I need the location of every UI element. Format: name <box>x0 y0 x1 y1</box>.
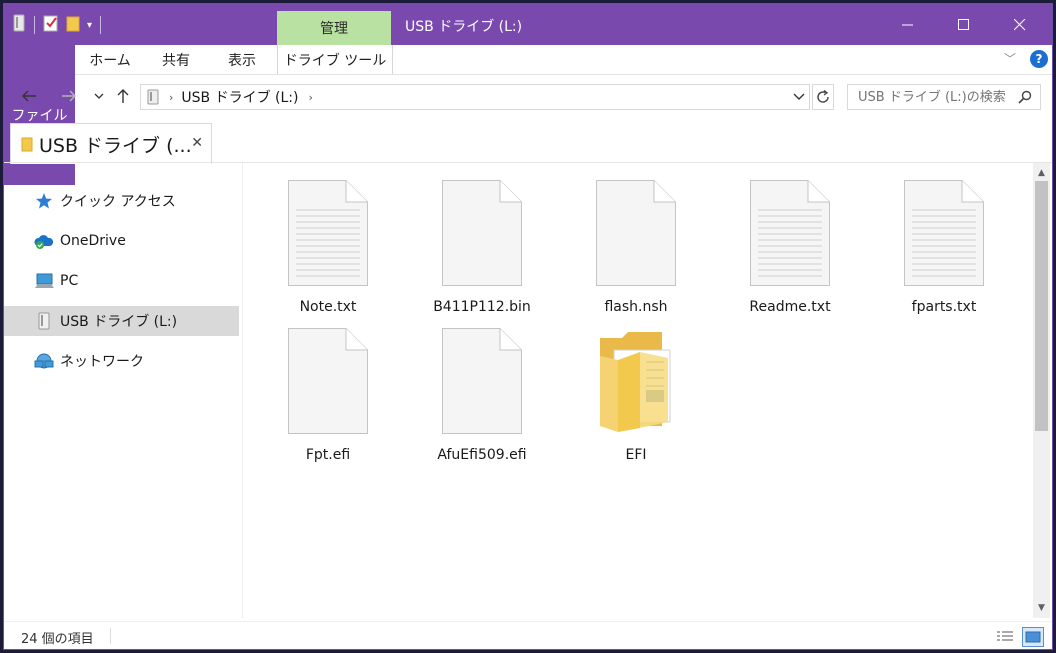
folder-icon <box>21 136 33 152</box>
toolbar-separator <box>100 16 102 34</box>
file-item[interactable]: flash.nsh <box>561 180 711 320</box>
address-dropdown-icon[interactable] <box>793 90 805 106</box>
details-view-icon[interactable] <box>994 627 1016 647</box>
large-icons-view-icon[interactable] <box>1022 627 1044 647</box>
title-bar: ▾ 管理 USB ドライブ (L:) <box>4 4 1052 45</box>
tab-usb-drive[interactable]: USB ドライブ (... ✕ <box>10 123 212 164</box>
file-item[interactable]: Note.txt <box>253 180 403 320</box>
tab-share[interactable]: 共有 <box>148 45 204 74</box>
minimize-button[interactable] <box>880 4 936 45</box>
blank-file-icon <box>442 180 522 290</box>
window-title: USB ドライブ (L:) <box>405 19 523 35</box>
drive-icon[interactable] <box>12 14 26 36</box>
customize-dropdown-icon[interactable]: ▾ <box>87 20 92 31</box>
maximize-button[interactable] <box>936 4 992 45</box>
navigation-pane: クイック アクセス OneDrive PC USB ドライブ (L:) ネットワ… <box>4 163 242 618</box>
vertical-scrollbar[interactable]: ▲ ▼ <box>1033 163 1050 618</box>
help-icon[interactable]: ? <box>1030 50 1048 68</box>
search-input[interactable] <box>856 88 1020 106</box>
nav-item-quick-access[interactable]: クイック アクセス <box>4 186 239 216</box>
back-button[interactable] <box>18 85 40 107</box>
nav-item-label: PC <box>60 273 79 289</box>
tab-title: USB ドライブ (... <box>39 134 192 157</box>
scroll-down-icon[interactable]: ▼ <box>1033 600 1050 616</box>
blank-file-icon <box>288 328 368 438</box>
status-separator <box>110 628 111 644</box>
address-row: › USB ドライブ (L:) › <box>4 75 1052 119</box>
file-item[interactable]: AfuEfi509.efi <box>407 328 557 468</box>
close-tab-icon[interactable]: ✕ <box>191 135 203 151</box>
text-file-icon <box>750 180 830 290</box>
nav-item-label: OneDrive <box>60 233 126 249</box>
tab-home[interactable]: ホーム <box>82 45 138 74</box>
ribbon: ファイル ホーム 共有 表示 ドライブ ツール ﹀ ? <box>4 45 1052 185</box>
file-view: Note.txt B411P112.bin flash.nsh Readme.t… <box>243 163 1033 618</box>
nav-item-onedrive[interactable]: OneDrive <box>4 226 239 256</box>
ribbon-expand-icon[interactable]: ﹀ <box>1004 50 1016 67</box>
drive-icon <box>147 89 159 105</box>
cloud-icon <box>34 231 54 251</box>
text-file-icon <box>288 180 368 290</box>
up-button[interactable] <box>112 85 134 107</box>
explorer-window: ▾ 管理 USB ドライブ (L:) ファイル ホーム 共有 表示 ドライブ ツ… <box>3 3 1053 650</box>
file-name: Note.txt <box>299 299 357 315</box>
properties-icon[interactable] <box>43 14 59 36</box>
search-icon[interactable] <box>1018 90 1032 108</box>
search-field[interactable] <box>847 84 1041 110</box>
status-bar: 24 個の項目 <box>4 621 1052 649</box>
file-item[interactable]: Readme.txt <box>715 180 865 320</box>
file-item[interactable]: fparts.txt <box>869 180 1019 320</box>
recent-locations-icon[interactable] <box>88 85 110 107</box>
tab-drive-tools[interactable]: ドライブ ツール <box>277 45 393 74</box>
tab-manage[interactable]: 管理 <box>277 11 391 45</box>
refresh-button[interactable] <box>812 84 834 110</box>
close-button[interactable] <box>992 4 1048 45</box>
file-name: Fpt.efi <box>305 447 351 463</box>
blank-file-icon <box>596 180 676 290</box>
file-item[interactable]: Fpt.efi <box>253 328 403 468</box>
network-icon <box>34 351 54 371</box>
scrollbar-thumb[interactable] <box>1035 181 1048 431</box>
usb-drive-icon <box>34 311 54 331</box>
file-name: flash.nsh <box>604 299 668 315</box>
file-name: fparts.txt <box>911 299 977 315</box>
breadcrumb-chevron-icon[interactable]: › <box>169 91 173 104</box>
text-file-icon <box>904 180 984 290</box>
file-item[interactable]: B411P112.bin <box>407 180 557 320</box>
item-count: 24 個の項目 <box>21 632 94 647</box>
quick-access-toolbar: ▾ <box>12 14 103 36</box>
scroll-up-icon[interactable]: ▲ <box>1033 165 1050 181</box>
breadcrumb-item[interactable]: USB ドライブ (L:) <box>181 87 298 107</box>
blank-file-icon <box>442 328 522 438</box>
address-bar[interactable]: › USB ドライブ (L:) › <box>140 84 810 110</box>
nav-item-network[interactable]: ネットワーク <box>4 346 239 376</box>
star-icon <box>34 191 54 211</box>
toolbar-separator <box>34 16 35 34</box>
forward-button[interactable] <box>58 85 80 107</box>
file-name: Readme.txt <box>749 299 831 315</box>
breadcrumb-chevron-icon[interactable]: › <box>309 91 313 104</box>
tab-view[interactable]: 表示 <box>214 45 270 74</box>
folder-name: EFI <box>625 447 647 463</box>
folder-item[interactable]: EFI <box>561 328 711 468</box>
folder-icon <box>596 328 676 438</box>
file-name: B411P112.bin <box>433 299 531 315</box>
nav-item-usb-drive[interactable]: USB ドライブ (L:) <box>4 306 239 336</box>
computer-icon <box>34 271 54 291</box>
new-folder-icon[interactable] <box>65 14 81 36</box>
nav-item-label: クイック アクセス <box>60 194 176 210</box>
nav-item-pc[interactable]: PC <box>4 266 239 296</box>
nav-item-label: ネットワーク <box>60 354 144 370</box>
nav-item-label: USB ドライブ (L:) <box>60 314 178 330</box>
file-name: AfuEfi509.efi <box>437 447 527 463</box>
